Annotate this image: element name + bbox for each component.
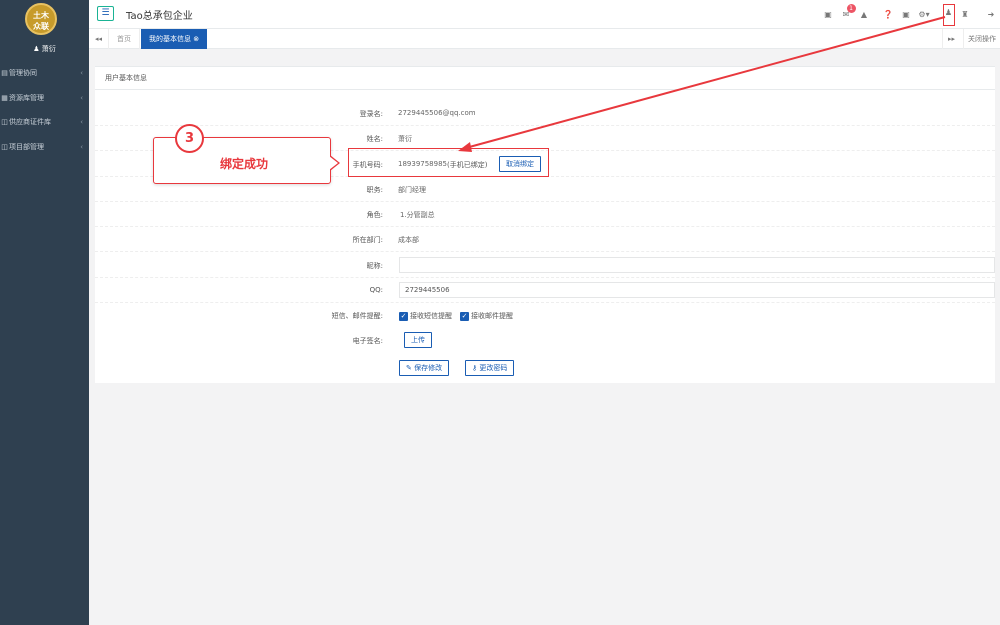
- dept-label: 所在部门:: [352, 236, 383, 244]
- chevron-left-icon: ‹: [80, 142, 83, 151]
- role-label: 角色:: [366, 211, 383, 219]
- tab-scroll-left-button[interactable]: ◂◂: [89, 29, 109, 49]
- close-operations-dropdown[interactable]: 关闭操作: [963, 29, 1000, 49]
- sms-checkbox-label[interactable]: ✓ 接收短信提醒: [399, 311, 452, 321]
- row-nickname: 昵称:: [95, 253, 995, 278]
- position-label: 职务:: [366, 186, 383, 194]
- sidebar-item-label: 供应商证件库: [9, 118, 51, 127]
- tab-my-info[interactable]: 我的基本信息 ⊗: [141, 29, 208, 49]
- email-checkbox[interactable]: ✓: [460, 311, 469, 321]
- sidebar: 土木 众联 ♟ 萧衍 ▤ 管理协同 ‹ ▦ 资源库管理 ‹ ◫ 供应商证件库 ‹ …: [0, 0, 89, 625]
- sidebar-item-resources[interactable]: ▦ 资源库管理 ‹: [0, 86, 89, 111]
- row-role: 角色: 1.分管副总: [95, 202, 995, 227]
- email-checkbox-label[interactable]: ✓ 接收邮件提醒: [460, 311, 513, 321]
- annotation-text: 绑定成功: [220, 157, 269, 171]
- upload-button[interactable]: 上传: [404, 332, 432, 348]
- row-login: 登录名: 2729445506@qq.com: [95, 101, 995, 126]
- row-notify: 短信、邮件提醒: ✓ 接收短信提醒 ✓ 接收邮件提醒: [95, 303, 995, 328]
- sidebar-item-label: 资源库管理: [9, 93, 44, 102]
- sms-checkbox[interactable]: ✓: [399, 311, 408, 321]
- sidebar-item-label: 管理协同: [9, 69, 37, 78]
- trash-icon[interactable]: ▣: [899, 7, 914, 22]
- tab-scroll-right-button[interactable]: ▸▸: [942, 29, 960, 49]
- key-icon: ⚷: [472, 364, 478, 372]
- chart-icon: ▤: [1, 69, 8, 78]
- row-actions: ✎ 保存修改 ⚷ 更改密码: [95, 357, 995, 382]
- sidebar-item-project-dept[interactable]: ◫ 项目部管理 ‹: [0, 135, 89, 160]
- logout-icon[interactable]: ➜: [984, 7, 999, 22]
- nickname-input[interactable]: [399, 257, 995, 273]
- sidebar-item-supplier-docs[interactable]: ◫ 供应商证件库 ‹: [0, 110, 89, 135]
- name-value: 萧衍: [398, 135, 412, 143]
- chevron-left-icon: ‹: [80, 93, 83, 102]
- save-button[interactable]: ✎ 保存修改: [399, 360, 450, 376]
- user-info-panel: 用户基本信息 登录名: 2729445506@qq.com 姓名: 萧衍 手机号…: [95, 66, 995, 383]
- tab-label: 我的基本信息: [149, 35, 191, 43]
- sidebar-user-name: 萧衍: [41, 45, 56, 53]
- logo-text-top: 土木: [33, 11, 49, 20]
- row-qq: QQ: 2729445506: [95, 278, 995, 303]
- chevron-left-icon: ‹: [80, 118, 83, 127]
- login-value: 2729445506@qq.com: [398, 109, 476, 117]
- row-signature: 电子签名: 上传: [95, 328, 995, 353]
- email-check-text: 接收邮件提醒: [471, 312, 513, 320]
- folder-icon: ◫: [1, 142, 8, 151]
- dept-value: 成本部: [398, 236, 419, 244]
- qq-label: QQ:: [369, 286, 383, 294]
- user-profile-icon[interactable]: ♟: [942, 3, 955, 26]
- notification-badge: 1: [846, 4, 856, 13]
- logo-area: 土木众联 ♟ 萧衍: [0, 0, 89, 60]
- signature-label: 电子签名:: [352, 337, 383, 345]
- login-label: 登录名:: [359, 110, 383, 118]
- help-icon[interactable]: ❓: [881, 7, 896, 22]
- menu-toggle-button[interactable]: ☰: [97, 6, 114, 21]
- logo-text-bottom: 众联: [33, 22, 49, 31]
- close-ops-label: 关闭操作: [968, 35, 996, 43]
- callout-tail-inner: [329, 156, 338, 170]
- change-password-label: 更改密码: [479, 364, 508, 372]
- role-value: 1.分管副总: [400, 211, 435, 219]
- row-dept: 所在部门: 成本部: [95, 227, 995, 252]
- logo: 土木 众联: [25, 3, 57, 35]
- sidebar-user[interactable]: ♟ 萧衍: [0, 44, 89, 54]
- position-value: 部门经理: [398, 186, 426, 194]
- topbar-icons: ▣ ✉ 1 ▲ ❓ ▣ ⚙▾ ♟ ♜ ➜: [819, 0, 1000, 29]
- pencil-icon: ✎: [406, 364, 412, 372]
- close-icon[interactable]: ⊗: [193, 35, 199, 43]
- grid-icon: ▦: [1, 93, 8, 102]
- sidebar-item-label: 项目部管理: [9, 142, 44, 151]
- sidebar-item-collab[interactable]: ▤ 管理协同 ‹: [0, 61, 89, 86]
- nickname-label: 昵称:: [366, 262, 383, 270]
- settings-dropdown-icon[interactable]: ⚙▾: [917, 7, 932, 22]
- sms-check-text: 接收短信提醒: [410, 312, 452, 320]
- shirt-icon[interactable]: ♜: [958, 7, 973, 22]
- folder-icon: ◫: [1, 118, 8, 127]
- bell-icon[interactable]: ▲: [857, 7, 872, 22]
- qq-input[interactable]: 2729445506: [399, 282, 995, 298]
- app-title: Tao总承包企业: [126, 11, 193, 22]
- tabs-bar: ◂◂ 首页 我的基本信息 ⊗ ▸▸ 关闭操作: [89, 29, 1000, 49]
- tab-home[interactable]: 首页: [109, 29, 140, 49]
- notify-label: 短信、邮件提醒:: [331, 312, 383, 320]
- topbar: ☰ Tao总承包企业 ▣ ✉ 1 ▲ ❓ ▣ ⚙▾ ♟ ♜ ➜: [89, 0, 1000, 29]
- chevron-left-icon: ‹: [80, 69, 83, 78]
- change-password-button[interactable]: ⚷ 更改密码: [465, 360, 515, 376]
- phone-highlight-box: [348, 148, 549, 177]
- save-button-label: 保存修改: [414, 364, 443, 372]
- mail-icon[interactable]: ✉ 1: [839, 4, 856, 22]
- step-number-badge: 3: [175, 124, 204, 153]
- clipboard-icon[interactable]: ▣: [821, 7, 836, 22]
- panel-title: 用户基本信息: [95, 67, 995, 90]
